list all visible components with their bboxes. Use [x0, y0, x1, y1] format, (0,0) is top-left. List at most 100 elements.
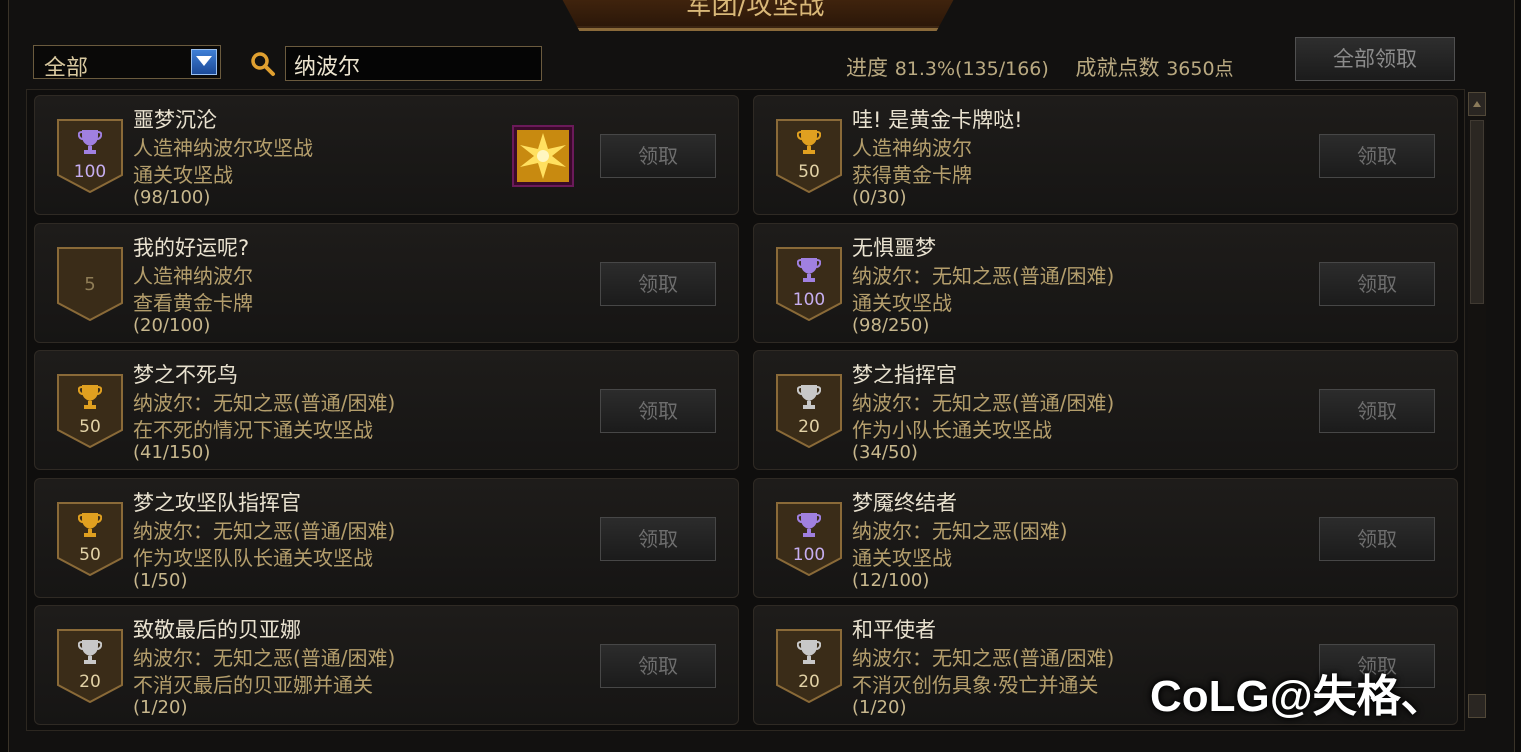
- achievement-badge: 5: [57, 247, 123, 321]
- scrollbar[interactable]: [1468, 92, 1486, 718]
- badge-points: 50: [798, 162, 820, 182]
- progress-summary: 进度 81.3%(135/166) 成就点数 3650点: [846, 52, 1234, 82]
- achievement-badge: 20: [776, 629, 842, 703]
- reward-item-icon[interactable]: [512, 125, 574, 187]
- points-value: 3650点: [1166, 58, 1234, 80]
- trophy-icon: [797, 130, 821, 154]
- claim-button[interactable]: 领取: [1319, 517, 1435, 561]
- trophy-icon: [797, 385, 821, 409]
- achievement-condition: 作为小队长通关攻坚战: [852, 418, 1052, 442]
- claim-button[interactable]: 领取: [1319, 134, 1435, 178]
- scroll-thumb[interactable]: [1470, 120, 1484, 304]
- achievement-card: 50 梦之攻坚队指挥官 纳波尔：无知之恶(普通/困难) 作为攻坚队队长通关攻坚战…: [34, 478, 739, 598]
- achievement-title: 无惧噩梦: [852, 236, 936, 260]
- window-title: 军团/攻坚战: [685, 0, 825, 21]
- achievement-card: 50 梦之不死鸟 纳波尔：无知之恶(普通/困难) 在不死的情况下通关攻坚战 (4…: [34, 350, 739, 470]
- claim-button[interactable]: 领取: [600, 134, 716, 178]
- trophy-icon: [797, 513, 821, 537]
- achievement-condition: 在不死的情况下通关攻坚战: [133, 418, 373, 442]
- achievement-dungeon: 纳波尔：无知之恶(普通/困难): [852, 646, 1115, 670]
- points-label: 成就点数: [1075, 56, 1160, 80]
- achievement-title: 梦之攻坚队指挥官: [133, 491, 301, 515]
- trophy-icon: [78, 513, 102, 537]
- achievement-card: 100 噩梦沉沦 人造神纳波尔攻坚战 通关攻坚战 (98/100) 领取: [34, 95, 739, 215]
- achievement-condition: 通关攻坚战: [852, 291, 952, 315]
- trophy-icon: [78, 640, 102, 664]
- badge-points: 20: [798, 417, 820, 437]
- claim-button[interactable]: 领取: [1319, 262, 1435, 306]
- dropdown-arrow-button[interactable]: [191, 49, 217, 75]
- achievement-title: 致敬最后的贝亚娜: [133, 618, 301, 642]
- achievement-condition: 不消灭最后的贝亚娜并通关: [133, 673, 373, 697]
- achievement-condition: 不消灭创伤具象·殁亡并通关: [852, 673, 1099, 697]
- trophy-icon: [78, 385, 102, 409]
- trophy-icon: [797, 258, 821, 282]
- achievement-title: 和平使者: [852, 618, 936, 642]
- achievement-progress: (1/20): [852, 697, 907, 718]
- achievement-progress: (20/100): [133, 315, 211, 336]
- badge-points: 20: [79, 672, 101, 692]
- achievement-title: 梦魇终结者: [852, 491, 957, 515]
- badge-points: 50: [79, 417, 101, 437]
- scroll-down-button[interactable]: [1468, 694, 1486, 718]
- achievement-dungeon: 纳波尔：无知之恶(困难): [852, 519, 1068, 543]
- progress-value: 81.3%(135/166): [894, 58, 1049, 80]
- claim-all-button[interactable]: 全部领取: [1295, 37, 1455, 81]
- achievement-badge: 100: [776, 502, 842, 576]
- achievement-badge: 20: [57, 629, 123, 703]
- badge-points: 20: [798, 672, 820, 692]
- achievement-dungeon: 纳波尔：无知之恶(普通/困难): [852, 391, 1115, 415]
- achievement-progress: (0/30): [852, 187, 907, 208]
- achievement-title: 梦之指挥官: [852, 363, 957, 387]
- achievement-condition: 查看黄金卡牌: [133, 291, 253, 315]
- claim-button[interactable]: 领取: [1319, 389, 1435, 433]
- chevron-down-icon: [196, 56, 212, 66]
- achievement-dungeon: 人造神纳波尔: [852, 136, 972, 160]
- achievement-card: 100 无惧噩梦 纳波尔：无知之恶(普通/困难) 通关攻坚战 (98/250) …: [753, 223, 1458, 343]
- achievement-card: 50 哇! 是黄金卡牌哒! 人造神纳波尔 获得黄金卡牌 (0/30) 领取: [753, 95, 1458, 215]
- scroll-up-button[interactable]: [1468, 92, 1486, 116]
- achievement-dungeon: 纳波尔：无知之恶(普通/困难): [133, 391, 396, 415]
- achievement-condition: 获得黄金卡牌: [852, 163, 972, 187]
- search-icon: [251, 52, 275, 76]
- achievement-badge: 100: [776, 247, 842, 321]
- achievement-progress: (12/100): [852, 570, 930, 591]
- achievement-progress: (98/250): [852, 315, 930, 336]
- claim-button[interactable]: 领取: [600, 517, 716, 561]
- search-input[interactable]: [285, 46, 542, 81]
- badge-points: 5: [84, 274, 96, 295]
- achievement-title: 梦之不死鸟: [133, 363, 238, 387]
- achievement-dungeon: 人造神纳波尔攻坚战: [133, 136, 313, 160]
- achievement-condition: 通关攻坚战: [133, 163, 233, 187]
- claim-button[interactable]: 领取: [600, 644, 716, 688]
- achievement-dungeon: 纳波尔：无知之恶(普通/困难): [133, 646, 396, 670]
- achievement-dungeon: 人造神纳波尔: [133, 264, 253, 288]
- achievement-progress: (34/50): [852, 442, 918, 463]
- achievement-progress: (98/100): [133, 187, 211, 208]
- achievement-badge: 50: [57, 374, 123, 448]
- achievement-card: 20 致敬最后的贝亚娜 纳波尔：无知之恶(普通/困难) 不消灭最后的贝亚娜并通关…: [34, 605, 739, 725]
- badge-points: 100: [792, 290, 826, 310]
- achievement-card: 100 梦魇终结者 纳波尔：无知之恶(困难) 通关攻坚战 (12/100) 领取: [753, 478, 1458, 598]
- achievement-condition: 通关攻坚战: [852, 546, 952, 570]
- badge-points: 50: [79, 545, 101, 565]
- trophy-icon: [78, 130, 102, 154]
- claim-button[interactable]: 领取: [600, 389, 716, 433]
- achievement-condition: 作为攻坚队队长通关攻坚战: [133, 546, 373, 570]
- achievement-dungeon: 纳波尔：无知之恶(普通/困难): [852, 264, 1115, 288]
- achievement-dungeon: 纳波尔：无知之恶(普通/困难): [133, 519, 396, 543]
- achievement-badge: 100: [57, 119, 123, 193]
- badge-points: 100: [73, 162, 107, 182]
- trophy-icon: [797, 640, 821, 664]
- claim-button[interactable]: 领取: [600, 262, 716, 306]
- achievement-title: 我的好运呢?: [133, 236, 250, 260]
- achievement-card: 5 我的好运呢? 人造神纳波尔 查看黄金卡牌 (20/100) 领取: [34, 223, 739, 343]
- achievement-card: 20 梦之指挥官 纳波尔：无知之恶(普通/困难) 作为小队长通关攻坚战 (34/…: [753, 350, 1458, 470]
- watermark: CoLG@失格、: [1150, 672, 1445, 721]
- achievement-progress: (1/50): [133, 570, 188, 591]
- achievement-badge: 50: [776, 119, 842, 193]
- achievement-badge: 20: [776, 374, 842, 448]
- dropdown-value: 全部: [44, 56, 89, 81]
- achievement-title: 噩梦沉沦: [133, 108, 217, 132]
- category-dropdown[interactable]: 全部: [33, 45, 221, 81]
